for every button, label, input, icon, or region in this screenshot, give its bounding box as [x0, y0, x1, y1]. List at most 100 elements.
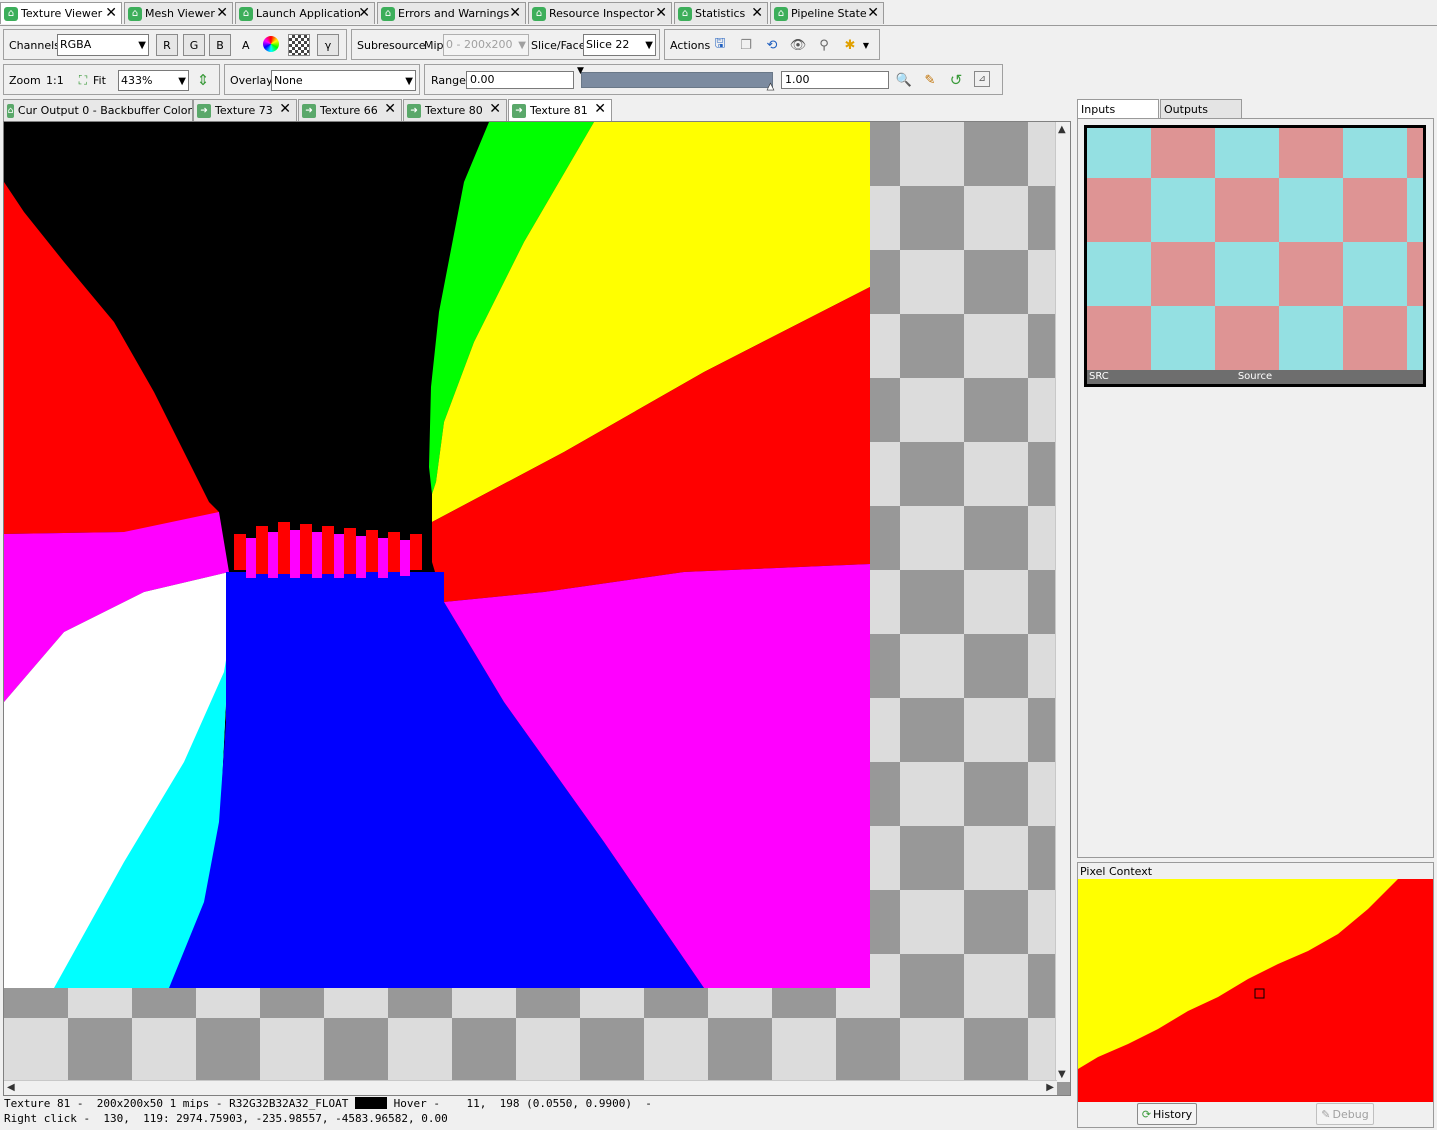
tab-inputs[interactable]: Inputs: [1077, 99, 1159, 119]
close-icon[interactable]: ✕: [105, 5, 117, 21]
mip-select[interactable]: 0 - 200x200 ▼: [443, 34, 529, 56]
close-icon[interactable]: ✕: [751, 5, 763, 21]
histogram-icon[interactable]: ⊿: [974, 71, 990, 87]
tab-launch-application[interactable]: ⌂ Launch Application ✕: [235, 2, 375, 24]
tab-mesh-viewer[interactable]: ⌂ Mesh Viewer ✕: [124, 2, 233, 24]
slice-select[interactable]: Slice 22 ▼: [583, 34, 656, 56]
green-channel-toggle[interactable]: G: [183, 34, 205, 56]
scroll-right-icon[interactable]: ▶: [1046, 1082, 1054, 1093]
tab-statistics[interactable]: ⌂ Statistics ✕: [674, 2, 768, 24]
overlay-toolbar: Overlay None ▼: [224, 64, 420, 95]
chevron-down-icon: ▼: [518, 40, 526, 51]
channels-toolbar: Channels RGBA ▼ R G B A γ: [3, 29, 347, 60]
blue-channel-toggle[interactable]: B: [209, 34, 231, 56]
vertical-scrollbar[interactable]: ▲ ▼: [1055, 122, 1070, 1082]
overlay-select[interactable]: None ▼: [271, 70, 416, 91]
gamma-toggle[interactable]: γ: [317, 34, 339, 56]
mip-label: Mip: [424, 39, 444, 52]
save-icon[interactable]: 🖫: [711, 36, 729, 54]
texture-image[interactable]: [4, 122, 870, 988]
tab-label: Launch Application: [256, 7, 361, 20]
panel-icon: ⌂: [4, 6, 18, 21]
zoom-select[interactable]: 433% ▼: [118, 70, 189, 91]
scroll-down-icon[interactable]: ▼: [1058, 1069, 1066, 1080]
tab-errors-and-warnings[interactable]: ⌂ Errors and Warnings ✕: [377, 2, 526, 24]
tab-texture-viewer[interactable]: ⌂ Texture Viewer ✕: [0, 2, 122, 24]
channels-select[interactable]: RGBA ▼: [57, 34, 149, 56]
tab-label: Texture 73: [215, 104, 273, 117]
chevron-down-icon[interactable]: ▼: [861, 36, 871, 54]
panel-icon: ⌂: [7, 103, 14, 118]
wand-icon[interactable]: ✎: [921, 71, 939, 89]
horizontal-scrollbar[interactable]: ◀ ▶: [4, 1080, 1057, 1095]
history-label: History: [1153, 1107, 1193, 1121]
open-resource-icon[interactable]: ⟲: [763, 36, 781, 54]
thumbnail-name: Source: [1237, 371, 1273, 382]
range-label: Range: [431, 74, 466, 87]
close-icon[interactable]: ✕: [655, 5, 667, 21]
tab-outputs[interactable]: Outputs: [1160, 99, 1242, 119]
scroll-left-icon[interactable]: ◀: [7, 1082, 15, 1093]
close-icon[interactable]: ✕: [509, 5, 521, 21]
status-line-1: Texture 81 - 200x200x50 1 mips - R32G32B…: [4, 1097, 652, 1110]
chevron-down-icon: ▼: [645, 40, 653, 51]
alpha-channel-toggle[interactable]: A: [242, 39, 250, 52]
texture-icon: ➜: [302, 103, 316, 118]
tab-label: Texture 81: [530, 104, 588, 117]
close-icon[interactable]: ✕: [358, 5, 370, 21]
tab-texture-73[interactable]: ➜ Texture 73 ✕: [193, 99, 297, 121]
close-icon[interactable]: ✕: [384, 101, 396, 117]
range-min-field[interactable]: 0.00: [466, 71, 574, 89]
zoom-range-icon[interactable]: 🔍: [895, 71, 913, 89]
fit-icon[interactable]: ⛶: [74, 71, 92, 89]
flip-vertical-icon[interactable]: ⇕: [194, 71, 212, 89]
fit-button[interactable]: Fit: [93, 74, 106, 87]
panel-icon: ⌂: [532, 6, 546, 21]
tab-texture-66[interactable]: ➜ Texture 66 ✕: [298, 99, 402, 121]
pixel-context-panel: Pixel Context ⟳ History ✎ Debug: [1077, 862, 1434, 1128]
actions-label: Actions: [670, 39, 711, 52]
pixel-context-label: Pixel Context: [1080, 865, 1153, 878]
texture-icon: ➜: [407, 103, 421, 118]
pixel-context-view[interactable]: [1078, 879, 1433, 1102]
tab-label: Errors and Warnings: [398, 7, 510, 20]
close-icon[interactable]: ✕: [489, 101, 501, 117]
zoom-label: Zoom: [9, 74, 41, 87]
thumbnail-source[interactable]: SRC Source: [1084, 125, 1426, 387]
range-max-field[interactable]: 1.00: [781, 71, 889, 89]
texture-info: Texture 81 - 200x200x50 1 mips - R32G32B…: [4, 1097, 349, 1110]
color-wheel-icon[interactable]: [263, 36, 279, 52]
tab-texture-80[interactable]: ➜ Texture 80 ✕: [403, 99, 507, 121]
reset-range-icon[interactable]: ↺: [947, 71, 965, 89]
tab-resource-inspector[interactable]: ⌂ Resource Inspector ✕: [528, 2, 672, 24]
close-icon[interactable]: ✕: [867, 5, 879, 21]
chevron-down-icon: ▼: [138, 40, 146, 51]
range-slider[interactable]: [581, 72, 773, 88]
actions-toolbar: Actions 🖫 ❐ ⟲ 👁 ⚲ ✱ ▼: [664, 29, 880, 60]
red-channel-toggle[interactable]: R: [156, 34, 178, 56]
debug-button[interactable]: ✎ Debug: [1316, 1103, 1374, 1125]
texture-viewport[interactable]: ▲ ▼ ◀ ▶: [3, 121, 1071, 1096]
range-max-handle[interactable]: ▲: [767, 82, 775, 93]
copy-icon[interactable]: ❐: [737, 36, 755, 54]
subresource-label: Subresource: [357, 39, 426, 52]
tab-pipeline-state[interactable]: ⌂ Pipeline State ✕: [770, 2, 884, 24]
scroll-up-icon[interactable]: ▲: [1058, 124, 1066, 135]
range-min-handle[interactable]: ▼: [577, 66, 584, 76]
tab-texture-81[interactable]: ➜ Texture 81 ✕: [508, 99, 612, 121]
binoculars-icon[interactable]: 👁: [789, 36, 807, 54]
chevron-down-icon: ▼: [178, 76, 186, 87]
close-icon[interactable]: ✕: [279, 101, 291, 117]
overlay-value: None: [274, 74, 303, 87]
close-icon[interactable]: ✕: [216, 5, 228, 21]
history-icon: ⟳: [1141, 1107, 1152, 1121]
puzzle-icon[interactable]: ✱: [841, 36, 859, 54]
zoom-1to1-button[interactable]: 1:1: [46, 74, 64, 87]
status-line-2: Right click - 130, 119: 2974.75903, -235…: [4, 1112, 448, 1125]
history-button[interactable]: ⟳ History: [1137, 1103, 1197, 1125]
tab-label: Statistics: [695, 7, 746, 20]
checkerboard-toggle-icon[interactable]: [288, 34, 310, 56]
link-icon[interactable]: ⚲: [815, 36, 833, 54]
close-icon[interactable]: ✕: [594, 101, 606, 117]
tab-cur-output[interactable]: ⌂ Cur Output 0 - Backbuffer Color: [3, 99, 193, 121]
